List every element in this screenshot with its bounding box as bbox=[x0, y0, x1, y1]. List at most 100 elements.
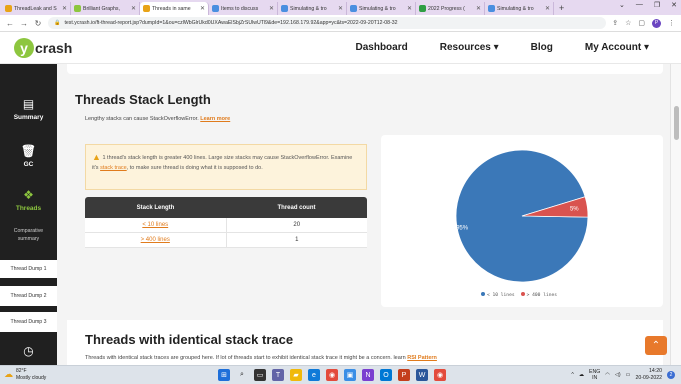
chrome-icon[interactable]: ◉ bbox=[326, 369, 338, 381]
tab-title: Items to discuss bbox=[221, 5, 259, 12]
windows-taskbar: ☁ 82°F Mostly cloudy ⊞ ⌕ ▭ T ▰ e ◉ ▣ N O… bbox=[0, 365, 681, 384]
tab-close-icon[interactable]: ✕ bbox=[545, 5, 550, 12]
search-icon[interactable]: ⌕ bbox=[236, 369, 248, 381]
weather-widget[interactable]: ☁ 82°F Mostly cloudy bbox=[4, 368, 46, 381]
tab-favicon-icon bbox=[5, 5, 12, 12]
windows-start-icon[interactable]: ⊞ bbox=[218, 369, 230, 381]
chevron-down-icon[interactable]: ⌄ bbox=[619, 1, 625, 9]
tab-close-icon[interactable]: ✕ bbox=[131, 5, 136, 12]
nav-my-account[interactable]: My Account ▾ bbox=[585, 42, 649, 53]
learn-more-link[interactable]: Learn more bbox=[200, 116, 230, 122]
language-indicator[interactable]: ENG IN bbox=[589, 369, 600, 381]
tab-close-icon[interactable]: ✕ bbox=[338, 5, 343, 12]
nav-resources[interactable]: Resources ▾ bbox=[440, 42, 499, 53]
ycrash-logo[interactable]: y crash bbox=[14, 38, 72, 58]
sidebar-item-summary[interactable]: ▤ Summary bbox=[0, 97, 57, 121]
sidebar-item-thread-dump-2[interactable]: Thread Dump 2 bbox=[0, 286, 57, 306]
edge-icon[interactable]: e bbox=[308, 369, 320, 381]
notification-badge[interactable]: 2 bbox=[667, 370, 675, 379]
battery-icon[interactable]: ▭ bbox=[626, 372, 631, 378]
weather-cloud-icon: ☁ bbox=[4, 368, 13, 379]
back-icon[interactable]: ← bbox=[6, 19, 14, 28]
close-icon[interactable]: ✕ bbox=[671, 1, 677, 9]
store-icon[interactable]: ▣ bbox=[344, 369, 356, 381]
forward-icon[interactable]: → bbox=[20, 19, 28, 28]
rsi-pattern-link[interactable]: RSI Pattern bbox=[407, 355, 437, 361]
clock[interactable]: 14:20 20-09-2022 bbox=[635, 368, 662, 382]
legend-label: > 400 lines bbox=[526, 292, 558, 298]
tab-title: Simulating & tro bbox=[497, 5, 534, 12]
warning-box: ▲ 1 thread's stack length is greater 400… bbox=[85, 144, 367, 190]
sidebar-item-thread-dump-1[interactable]: Thread Dump 1 bbox=[0, 260, 57, 278]
tab-close-icon[interactable]: ✕ bbox=[407, 5, 412, 12]
browser-tab[interactable]: ThreadLeak and S ✕ bbox=[2, 2, 71, 15]
share-icon[interactable]: ⇪ bbox=[612, 19, 618, 27]
sidebar-item-gc[interactable]: 🗑 GC bbox=[0, 144, 57, 168]
scroll-to-top-button[interactable]: ⌃ bbox=[645, 336, 667, 355]
restore-icon[interactable]: ❐ bbox=[654, 1, 660, 9]
sidebar-item-threads[interactable]: ❖ Threads bbox=[0, 188, 57, 212]
warning-icon: ▲ bbox=[92, 152, 101, 162]
teams-icon[interactable]: T bbox=[272, 369, 284, 381]
browser-tab[interactable]: Items to discuss ✕ bbox=[209, 2, 278, 15]
browser-tab[interactable]: Simulating & tro ✕ bbox=[347, 2, 416, 15]
scrollbar-thumb[interactable] bbox=[674, 106, 679, 140]
stack-length-link[interactable]: < 10 lines bbox=[142, 222, 168, 228]
chrome-alt-icon[interactable]: ◉ bbox=[434, 369, 446, 381]
menu-kebab-icon[interactable]: ⋮ bbox=[668, 19, 675, 27]
tab-title: 2022 Progress ( bbox=[428, 5, 465, 12]
tab-favicon-icon bbox=[143, 5, 150, 12]
thread-count: 1 bbox=[295, 237, 299, 243]
browser-tab[interactable]: Simulating & tro ✕ bbox=[278, 2, 347, 15]
legend-dot-icon bbox=[480, 292, 485, 296]
browser-tab[interactable]: 2022 Progress ( ✕ bbox=[416, 2, 485, 15]
sidebar-item-thread-dump-3[interactable]: Thread Dump 3 bbox=[0, 312, 57, 332]
volume-icon[interactable]: ◁) bbox=[615, 372, 621, 378]
file-explorer-icon[interactable]: ▰ bbox=[290, 369, 302, 381]
stack-length-link[interactable]: > 400 lines bbox=[141, 237, 170, 243]
chevron-up-tray-icon[interactable]: ^ bbox=[571, 372, 573, 378]
previous-section-card bbox=[67, 64, 663, 74]
wifi-icon[interactable]: ◠ bbox=[605, 372, 610, 378]
subtitle-text: Threads with identical stack traces are … bbox=[85, 355, 406, 361]
browser-tab[interactable]: Simulating & tro ✕ bbox=[485, 2, 554, 15]
page-scrollbar[interactable] bbox=[670, 64, 681, 365]
lock-icon: 🔒 bbox=[54, 20, 61, 26]
minimize-icon[interactable]: — bbox=[636, 1, 643, 9]
nav-blog[interactable]: Blog bbox=[531, 42, 553, 53]
tab-title: Brilliant Graphs, bbox=[83, 5, 120, 12]
star-icon[interactable]: ☆ bbox=[625, 19, 631, 27]
browser-tab[interactable]: Brilliant Graphs, ✕ bbox=[71, 2, 140, 15]
tab-close-icon[interactable]: ✕ bbox=[269, 5, 274, 12]
nav-dashboard[interactable]: Dashboard bbox=[356, 42, 408, 53]
legend-dot-icon bbox=[520, 292, 525, 296]
cloud-tray-icon[interactable]: ☁ bbox=[579, 372, 584, 378]
address-bar: ← → ↻ 🔒 test.ycrash.io/ft-thread-report.… bbox=[0, 15, 681, 32]
powerpoint-icon[interactable]: P bbox=[398, 369, 410, 381]
sidebar-item-comparative[interactable]: Comparative summary bbox=[0, 228, 57, 244]
legend-item[interactable]: > 400 lines bbox=[520, 292, 558, 298]
stack-trace-link[interactable]: stack trace bbox=[100, 165, 127, 171]
system-tray: ^ ☁ ENG IN ◠ ◁) ▭ 14:20 20-09-2022 2 bbox=[571, 368, 675, 382]
profile-avatar[interactable]: P bbox=[652, 18, 661, 28]
tab-close-icon[interactable]: ✕ bbox=[200, 5, 205, 12]
reload-icon[interactable]: ↻ bbox=[34, 19, 42, 28]
url-input[interactable]: 🔒 test.ycrash.io/ft-thread-report.jsp?du… bbox=[48, 17, 607, 29]
new-tab-button[interactable]: + bbox=[554, 2, 569, 15]
tab-close-icon[interactable]: ✕ bbox=[476, 5, 481, 12]
threads-icon: ❖ bbox=[23, 188, 34, 202]
task-view-icon[interactable]: ▭ bbox=[254, 369, 266, 381]
lang-text: ENG bbox=[589, 368, 601, 375]
outlook-icon[interactable]: O bbox=[380, 369, 392, 381]
sidebar-panel-icon[interactable]: ▢ bbox=[638, 19, 645, 27]
browser-tab[interactable]: Threads in same ✕ bbox=[140, 2, 209, 15]
document-icon: ▤ bbox=[22, 97, 35, 111]
onenote-icon[interactable]: N bbox=[362, 369, 374, 381]
sidebar-item-clock[interactable]: ◷ bbox=[0, 344, 57, 361]
time-text: 14:20 bbox=[649, 368, 662, 374]
word-icon[interactable]: W bbox=[416, 369, 428, 381]
tab-favicon-icon bbox=[419, 5, 426, 12]
report-sidebar: ▤ Summary 🗑 GC ❖ Threads Comparative sum… bbox=[0, 64, 57, 365]
tab-close-icon[interactable]: ✕ bbox=[62, 5, 67, 12]
legend-item[interactable]: < 10 lines bbox=[480, 292, 515, 298]
